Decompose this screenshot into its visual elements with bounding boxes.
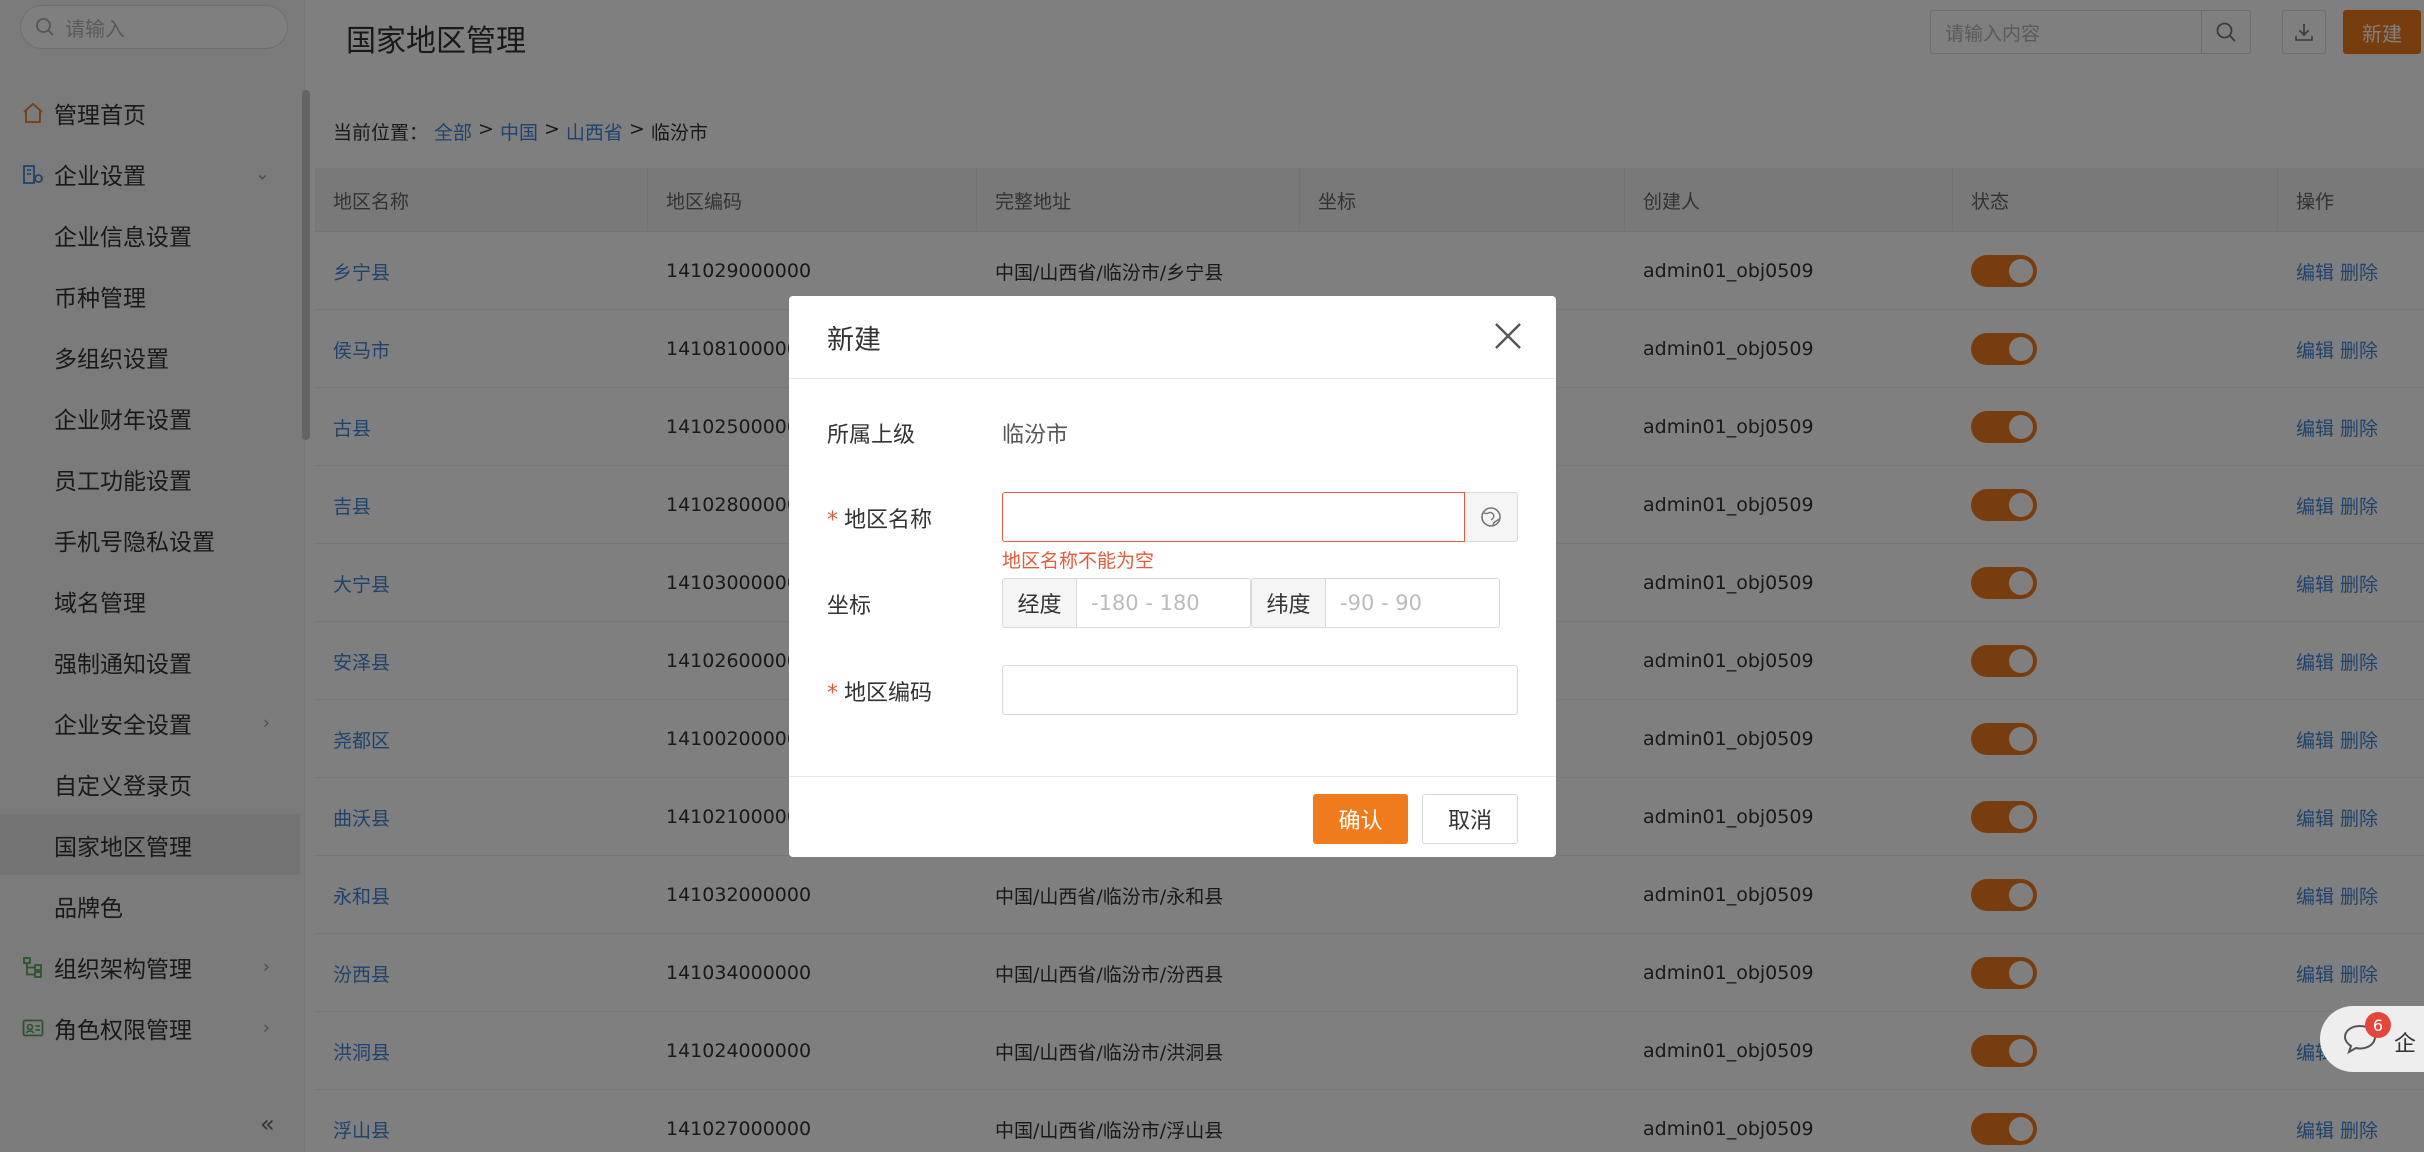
parent-value: 临汾市 [1002,423,1069,448]
longitude-field: 经度 -180 - 180 [1002,578,1251,628]
latitude-input[interactable]: -90 - 90 [1326,578,1500,628]
dialog-title: 新建 [827,324,881,356]
region-name-label: * 地区名称 [827,502,932,534]
longitude-label: 经度 [1002,578,1077,628]
translate-button[interactable] [1465,492,1518,542]
cancel-button[interactable]: 取消 [1422,794,1518,844]
confirm-button[interactable]: 确认 [1313,794,1408,844]
region-name-label-text: 地区名称 [844,508,933,533]
coord-label: 坐标 [827,594,872,619]
region-name-error: 地区名称不能为空 [1002,550,1155,572]
region-name-input[interactable] [1002,492,1465,542]
region-code-label-text: 地区编码 [844,681,933,706]
required-mark: * [827,681,838,706]
close-icon[interactable] [1490,318,1526,354]
chat-label: 企 [2394,1032,2417,1057]
parent-label: 所属上级 [827,423,916,448]
dialog-header: 新建 [789,296,1556,379]
longitude-input[interactable]: -180 - 180 [1077,578,1251,628]
required-mark: * [827,508,838,533]
latitude-label: 纬度 [1251,578,1326,628]
region-code-label: * 地区编码 [827,675,932,707]
chat-unread-badge: 6 [2365,1012,2391,1038]
globe-icon [1481,507,1501,527]
latitude-field: 纬度 -90 - 90 [1251,578,1500,628]
new-region-dialog: 新建 所属上级 临汾市 * 地区名称 地区名称不能为空 坐标 经度 -180 - … [789,296,1556,857]
region-code-input[interactable] [1002,665,1518,715]
